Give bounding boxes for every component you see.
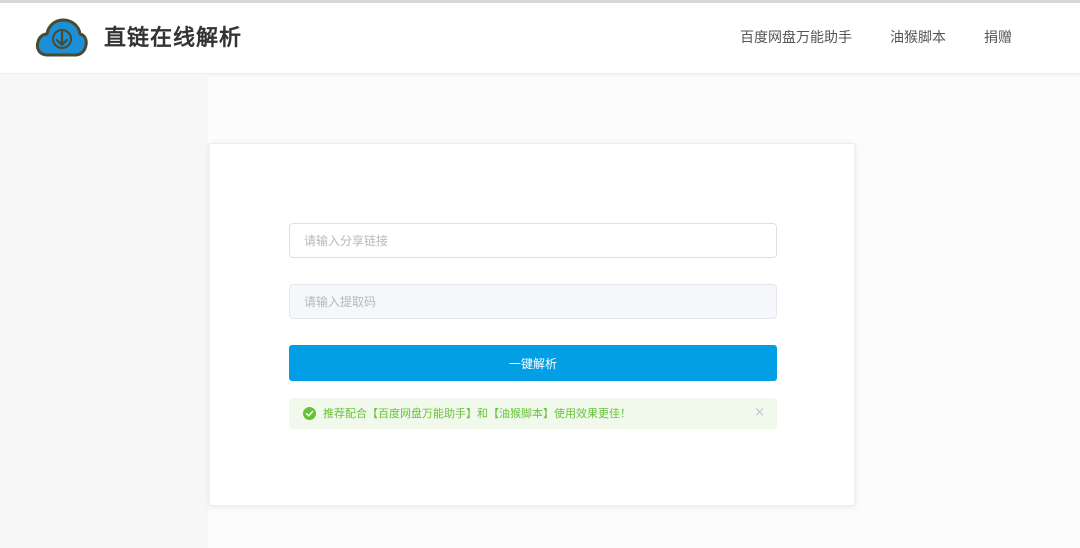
success-alert: 推荐配合【百度网盘万能助手】和【油猴脚本】使用效果更佳！ × (289, 398, 777, 429)
site-header: 直链在线解析 百度网盘万能助手 油猴脚本 捐赠 (0, 3, 1080, 74)
top-nav: 百度网盘万能助手 油猴脚本 捐赠 (702, 27, 1012, 49)
nav-item-userscript[interactable]: 油猴脚本 (890, 27, 946, 49)
extraction-code-input[interactable] (289, 284, 777, 319)
share-link-input[interactable] (289, 223, 777, 258)
site-title: 直链在线解析 (104, 26, 243, 51)
nav-item-baidu-assistant[interactable]: 百度网盘万能助手 (740, 27, 852, 49)
cloud-download-icon (35, 18, 88, 57)
alert-message: 推荐配合【百度网盘万能助手】和【油猴脚本】使用效果更佳！ (323, 407, 631, 420)
nav-item-donate[interactable]: 捐赠 (984, 27, 1012, 49)
parse-form-card: 一键解析 推荐配合【百度网盘万能助手】和【油猴脚本】使用效果更佳！ × (209, 143, 855, 506)
check-circle-icon (303, 407, 316, 420)
background-band (0, 74, 208, 548)
close-icon[interactable]: × (754, 404, 765, 421)
parse-button[interactable]: 一键解析 (289, 345, 777, 381)
